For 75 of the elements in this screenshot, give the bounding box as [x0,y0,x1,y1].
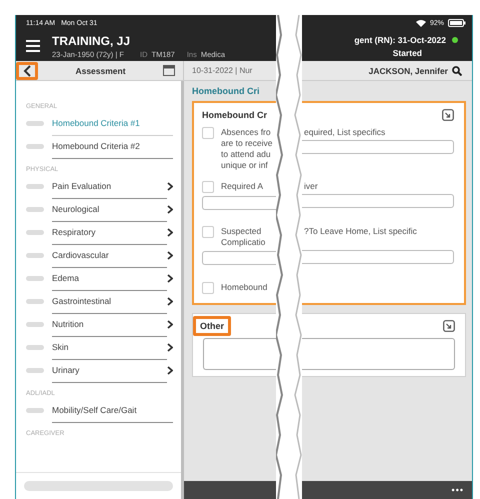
patient-name: TRAINING, JJ [52,34,132,48]
toggle-icon [26,253,44,258]
toggle-icon [26,299,44,304]
chevron-icon [167,320,173,329]
toggle-icon [26,368,44,373]
clinician-name: JACKSON, Jennifer [368,66,448,76]
text-field[interactable] [302,250,454,264]
text-field[interactable] [302,194,454,208]
criterion-text: to attend adu [221,149,272,160]
criterion-text: unique or inf [221,160,269,171]
calendar-icon[interactable] [163,65,175,76]
criterion-text: are to receive [221,138,272,149]
sidebar-item[interactable]: Mobility/Self Care/Gait [16,399,181,422]
criterion-text: iver [303,181,319,192]
toggle-icon [26,207,44,212]
text-area[interactable] [302,338,455,370]
criterion-text: Homebound [221,282,268,293]
status-dot [452,36,458,42]
toggle-icon [26,230,44,235]
sidebar-item[interactable]: Homebound Criteria #1 [16,112,181,135]
sidebar-item[interactable]: Gastrointestinal [16,290,181,313]
visit-label: gent (RN): 31-Oct-2022 [354,34,446,44]
chevron-icon [167,182,173,191]
visit-date: 10-31-2022 | Nur [191,66,252,75]
chevron-icon [167,343,173,352]
export-icon[interactable] [442,109,454,121]
sidebar-item[interactable]: Edema [16,267,181,290]
criterion-text: equired, List specifics [303,127,386,138]
criterion-text: Suspected [221,226,262,237]
battery-icon [448,19,466,27]
more-button[interactable]: ••• [452,485,464,495]
sidebar-item[interactable]: Urinary [16,359,181,382]
search-icon[interactable] [452,66,462,76]
visit-status: Started [392,48,422,58]
toggle-icon [26,144,44,149]
sidebar-item[interactable]: Homebound Criteria #2 [16,135,181,158]
chevron-icon [167,205,173,214]
criterion-text: Absences fro [221,127,272,138]
toggle-icon [26,276,44,281]
section-heading: Homebound Cri [192,85,260,98]
wifi-icon [416,19,426,27]
chevron-icon [167,228,173,237]
text-field[interactable] [202,196,276,210]
checkbox[interactable] [202,226,214,238]
criterion-text: Required A [221,181,264,192]
toggle-icon [26,408,44,413]
card-title: Other [193,316,232,336]
chevron-icon [167,366,173,375]
menu-icon[interactable] [26,40,40,52]
toggle-icon [26,184,44,189]
sidebar-item[interactable]: Pain Evaluation [16,175,181,198]
back-icon [23,64,31,76]
checkbox[interactable] [202,127,214,139]
text-area[interactable] [203,338,276,370]
chevron-icon [167,274,173,283]
sidebar-item[interactable]: Neurological [16,198,181,221]
checkbox[interactable] [202,181,214,193]
text-field[interactable] [302,140,454,154]
criterion-text: ?To Leave Home, List specific [303,226,418,237]
toggle-icon [26,322,44,327]
sidebar-item[interactable]: Nutrition [16,313,181,336]
card-title: Homebound Cr [202,110,267,120]
text-field[interactable] [202,251,276,265]
criterion-text: Complicatio [221,237,266,248]
chevron-icon [167,297,173,306]
export-icon[interactable] [443,320,455,332]
sidebar-title: Assessment [75,66,126,76]
sidebar-item[interactable]: Cardiovascular [16,244,181,267]
checkbox[interactable] [202,282,214,294]
sidebar-button[interactable] [24,481,173,491]
chevron-icon [167,251,173,260]
toggle-icon [26,121,44,126]
sidebar-item[interactable]: Skin [16,336,181,359]
toggle-icon [26,345,44,350]
sidebar-item[interactable]: Respiratory [16,221,181,244]
